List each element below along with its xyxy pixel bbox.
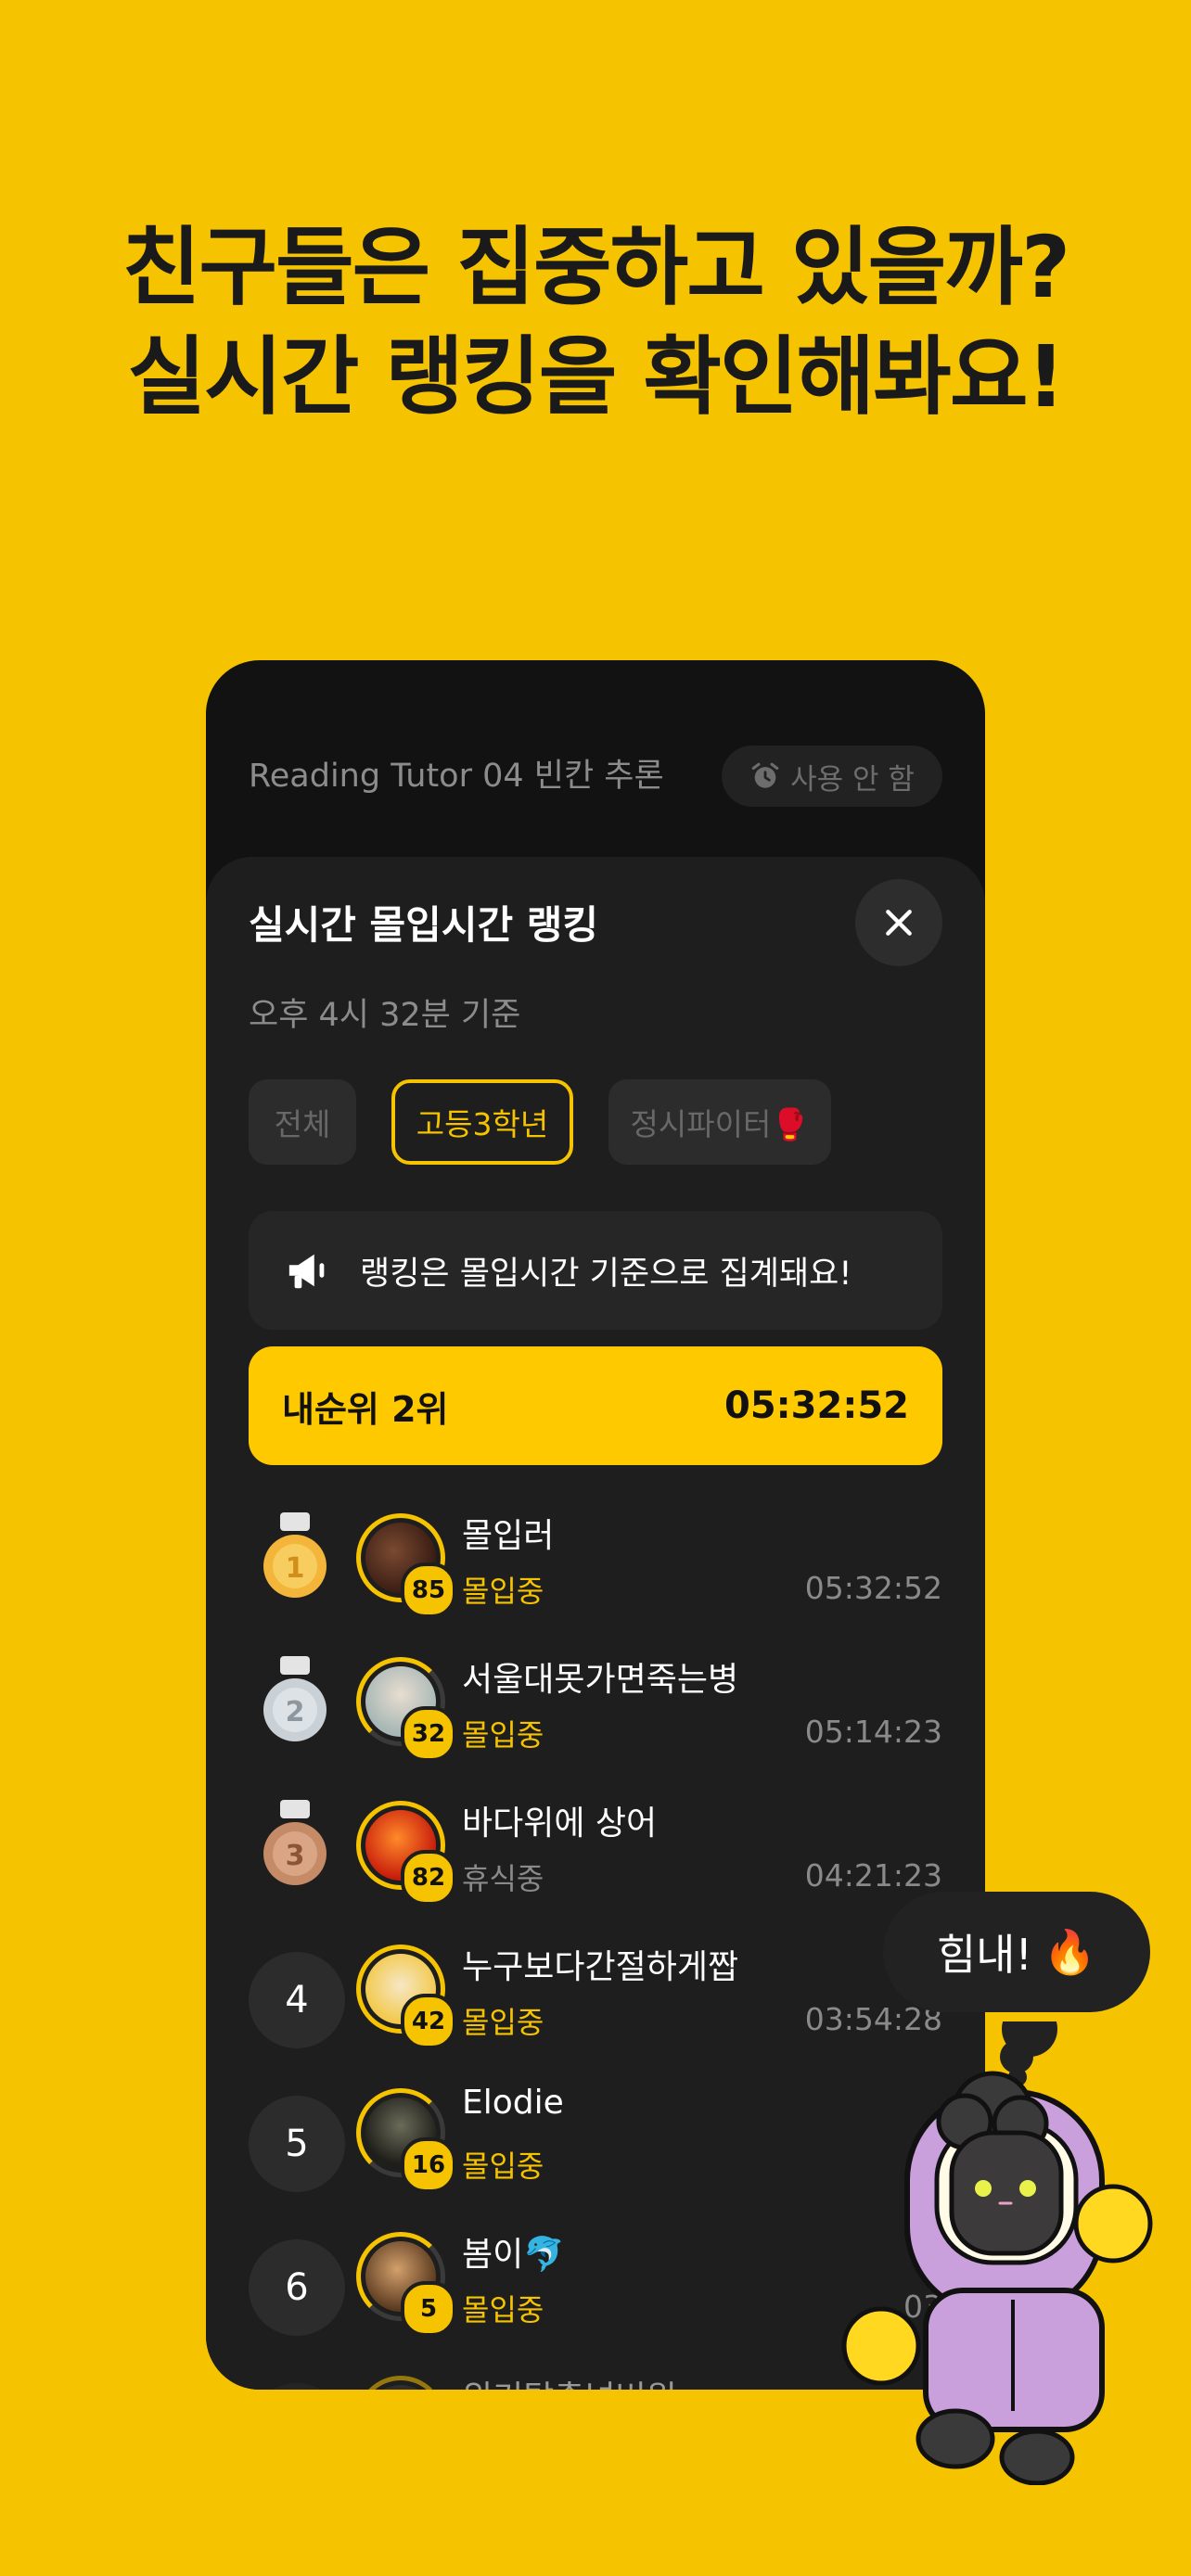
user-name: 몰입러 bbox=[462, 1517, 555, 1555]
user-status: 몰입중 bbox=[462, 2149, 544, 2184]
close-button[interactable] bbox=[855, 879, 942, 966]
mascot-character bbox=[841, 2021, 1153, 2485]
tab-all-label: 전체 bbox=[274, 1106, 331, 1142]
tab-all[interactable]: 전체 bbox=[249, 1079, 356, 1165]
user-status: 휴식중 bbox=[462, 1861, 544, 1896]
my-rank-bar: 내순위 2위 05:32:52 bbox=[249, 1346, 942, 1465]
tab-regular-fighter-label: 정시파이터🥊 bbox=[630, 1106, 810, 1142]
my-rank-time: 05:32:52 bbox=[724, 1384, 909, 1427]
rank-number: 4 bbox=[249, 1952, 345, 2048]
headline: 친구들은 집중하고 있을까? 실시간 랭킹을 확인해봐요! bbox=[0, 213, 1191, 432]
rank-number: 6 bbox=[249, 2239, 345, 2336]
rank-number bbox=[249, 2383, 345, 2390]
user-name: Elodie bbox=[462, 2084, 564, 2122]
app-topbar: Reading Tutor 04 빈칸 추론 사용 안 함 bbox=[206, 660, 985, 855]
tab-grade-3-label: 고등3학년 bbox=[416, 1106, 549, 1142]
user-status: 몰입중 bbox=[462, 1574, 544, 1609]
alarm-clock-icon bbox=[751, 762, 779, 788]
fire-icon: 🔥 bbox=[1043, 1926, 1097, 1977]
user-name: 서울대못가면죽는병 bbox=[462, 1661, 739, 1699]
ranking-row[interactable]: 1 85 몰입러 몰입중 05:32:52 bbox=[206, 1490, 985, 1634]
ranking-row[interactable]: 2 32 서울대못가면죽는병 몰입중 05:14:23 bbox=[206, 1634, 985, 1778]
megaphone-icon bbox=[288, 1254, 325, 1289]
level-badge: 5 bbox=[401, 2281, 456, 2337]
level-badge: 16 bbox=[401, 2137, 456, 2193]
user-name: 위기탈출넘버원 bbox=[462, 2371, 677, 2390]
silver-medal-icon: 2 bbox=[263, 1656, 327, 1741]
user-name: 봄이🐬 bbox=[462, 2236, 566, 2274]
avatar bbox=[356, 2376, 445, 2390]
notice-text: 랭킹은 몰입시간 기준으로 집계돼요! bbox=[360, 1255, 852, 1293]
lesson-title: Reading Tutor 04 빈칸 추론 bbox=[249, 758, 664, 795]
user-name: 바다위에 상어 bbox=[462, 1804, 658, 1843]
close-icon bbox=[886, 910, 912, 936]
user-status: 몰입중 bbox=[462, 1717, 544, 1753]
medal-number: 1 bbox=[286, 1552, 305, 1585]
avatar-image bbox=[365, 2385, 436, 2390]
updated-time: 오후 4시 32분 기준 bbox=[249, 997, 521, 1034]
alarm-toggle-button[interactable]: 사용 안 함 bbox=[722, 746, 942, 807]
focus-time: 05:14:23 bbox=[804, 1714, 942, 1750]
level-badge: 85 bbox=[401, 1562, 456, 1618]
medal-number: 2 bbox=[286, 1696, 305, 1728]
bronze-medal-icon: 3 bbox=[263, 1800, 327, 1885]
user-status: 몰입중 bbox=[462, 2005, 544, 2040]
notice-banner: 랭킹은 몰입시간 기준으로 집계돼요! bbox=[249, 1211, 942, 1330]
level-badge: 32 bbox=[401, 1706, 456, 1762]
medal-number: 3 bbox=[286, 1840, 305, 1872]
sheet-title: 실시간 몰입시간 랭킹 bbox=[249, 902, 599, 948]
my-rank-label: 내순위 2위 bbox=[282, 1388, 449, 1430]
tab-regular-fighter[interactable]: 정시파이터🥊 bbox=[608, 1079, 831, 1165]
user-name: 누구보다간절하게짭 bbox=[462, 1948, 739, 1986]
ranking-row[interactable]: 3 82 바다위에 상어 휴식중 04:21:23 bbox=[206, 1778, 985, 1921]
headline-line-2: 실시간 랭킹을 확인해봐요! bbox=[127, 327, 1065, 427]
headline-line-1: 친구들은 집중하고 있을까? bbox=[122, 218, 1070, 317]
focus-time: 04:21:23 bbox=[804, 1857, 942, 1894]
level-badge: 82 bbox=[401, 1850, 456, 1906]
focus-time: 05:32:52 bbox=[804, 1570, 942, 1606]
cheer-bubble: 힘내! 🔥 bbox=[883, 1892, 1150, 2012]
alarm-toggle-label: 사용 안 함 bbox=[790, 762, 915, 797]
tab-grade-3[interactable]: 고등3학년 bbox=[391, 1079, 573, 1165]
user-status: 몰입중 bbox=[462, 2292, 544, 2327]
rank-number: 5 bbox=[249, 2096, 345, 2192]
gold-medal-icon: 1 bbox=[263, 1512, 327, 1598]
level-badge: 42 bbox=[401, 1994, 456, 2049]
cheer-label: 힘내! bbox=[936, 1930, 1032, 1980]
